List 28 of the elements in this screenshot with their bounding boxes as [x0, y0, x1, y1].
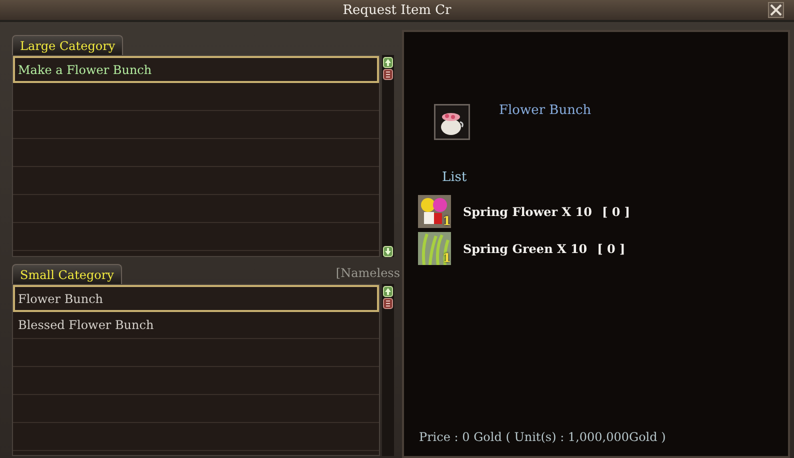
list-heading: List	[442, 170, 468, 185]
owned-count: [ 0 ]	[602, 204, 630, 218]
close-button[interactable]	[768, 2, 784, 18]
sack-icon	[434, 104, 470, 140]
material-name: Spring Flower X 10	[463, 204, 592, 218]
scrollbar[interactable]	[382, 55, 394, 257]
window-title: Request Item Cr	[342, 2, 452, 18]
flower-icon	[418, 195, 451, 228]
price-text: Price : 0 Gold ( Unit(s) : 1,000,000Gold )	[419, 430, 667, 444]
scroll-up-icon[interactable]	[383, 286, 393, 297]
scroll-thumb-icon[interactable]	[383, 69, 393, 80]
scroll-up-icon[interactable]	[383, 57, 393, 68]
scroll-thumb-icon[interactable]	[383, 298, 393, 309]
category-tab[interactable]: Small Category	[12, 264, 122, 284]
list-item[interactable]: Blessed Flower Bunch	[13, 312, 379, 339]
grass-icon	[418, 232, 451, 265]
player-name: [Nameless	[336, 266, 400, 280]
list-item[interactable]: Flower Bunch	[13, 285, 379, 312]
material-name: Spring Green X 10	[463, 242, 588, 256]
scroll-down-icon[interactable]	[383, 246, 393, 257]
category-tab[interactable]: Large Category	[12, 35, 124, 55]
item-count: 1	[442, 252, 451, 265]
close-icon	[770, 4, 782, 16]
scrollbar[interactable]	[382, 284, 394, 456]
list-item[interactable]: Make a Flower Bunch	[13, 56, 379, 83]
owned-count: [ 0 ]	[597, 242, 626, 256]
item-name: Flower Bunch	[499, 103, 592, 118]
item-count: 1	[442, 215, 451, 228]
